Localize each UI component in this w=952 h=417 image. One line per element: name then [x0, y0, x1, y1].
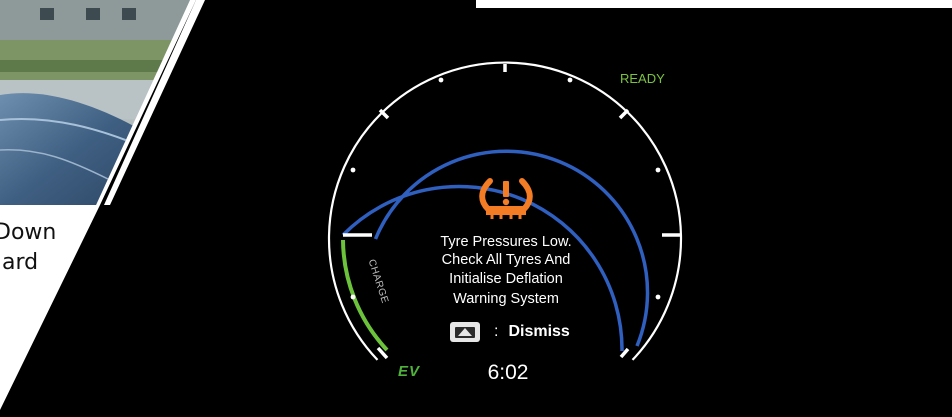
- warning-message-line-3: Initialise Deflation: [449, 271, 563, 287]
- warning-message-line-2: Check All Tyres And: [441, 252, 571, 268]
- clock-display: 6:02: [487, 361, 529, 384]
- warning-message-line-1: Tyre Pressures Low.: [440, 234, 572, 250]
- ready-indicator: READY: [620, 71, 665, 86]
- caption-line-2: ard: [2, 250, 39, 275]
- caption-line-1: Down: [0, 220, 57, 245]
- dismiss-separator: :: [494, 323, 499, 340]
- dismiss-prompt[interactable]: : Dismiss: [450, 320, 570, 344]
- ev-mode-indicator: EV: [398, 363, 421, 380]
- dismiss-button[interactable]: Dismiss: [508, 323, 569, 341]
- warning-message-line-4: Warning System: [453, 291, 559, 307]
- car-photo-background: [0, 0, 952, 417]
- steering-button-up-icon[interactable]: [450, 322, 480, 342]
- caption-text: Down ard: [0, 218, 56, 278]
